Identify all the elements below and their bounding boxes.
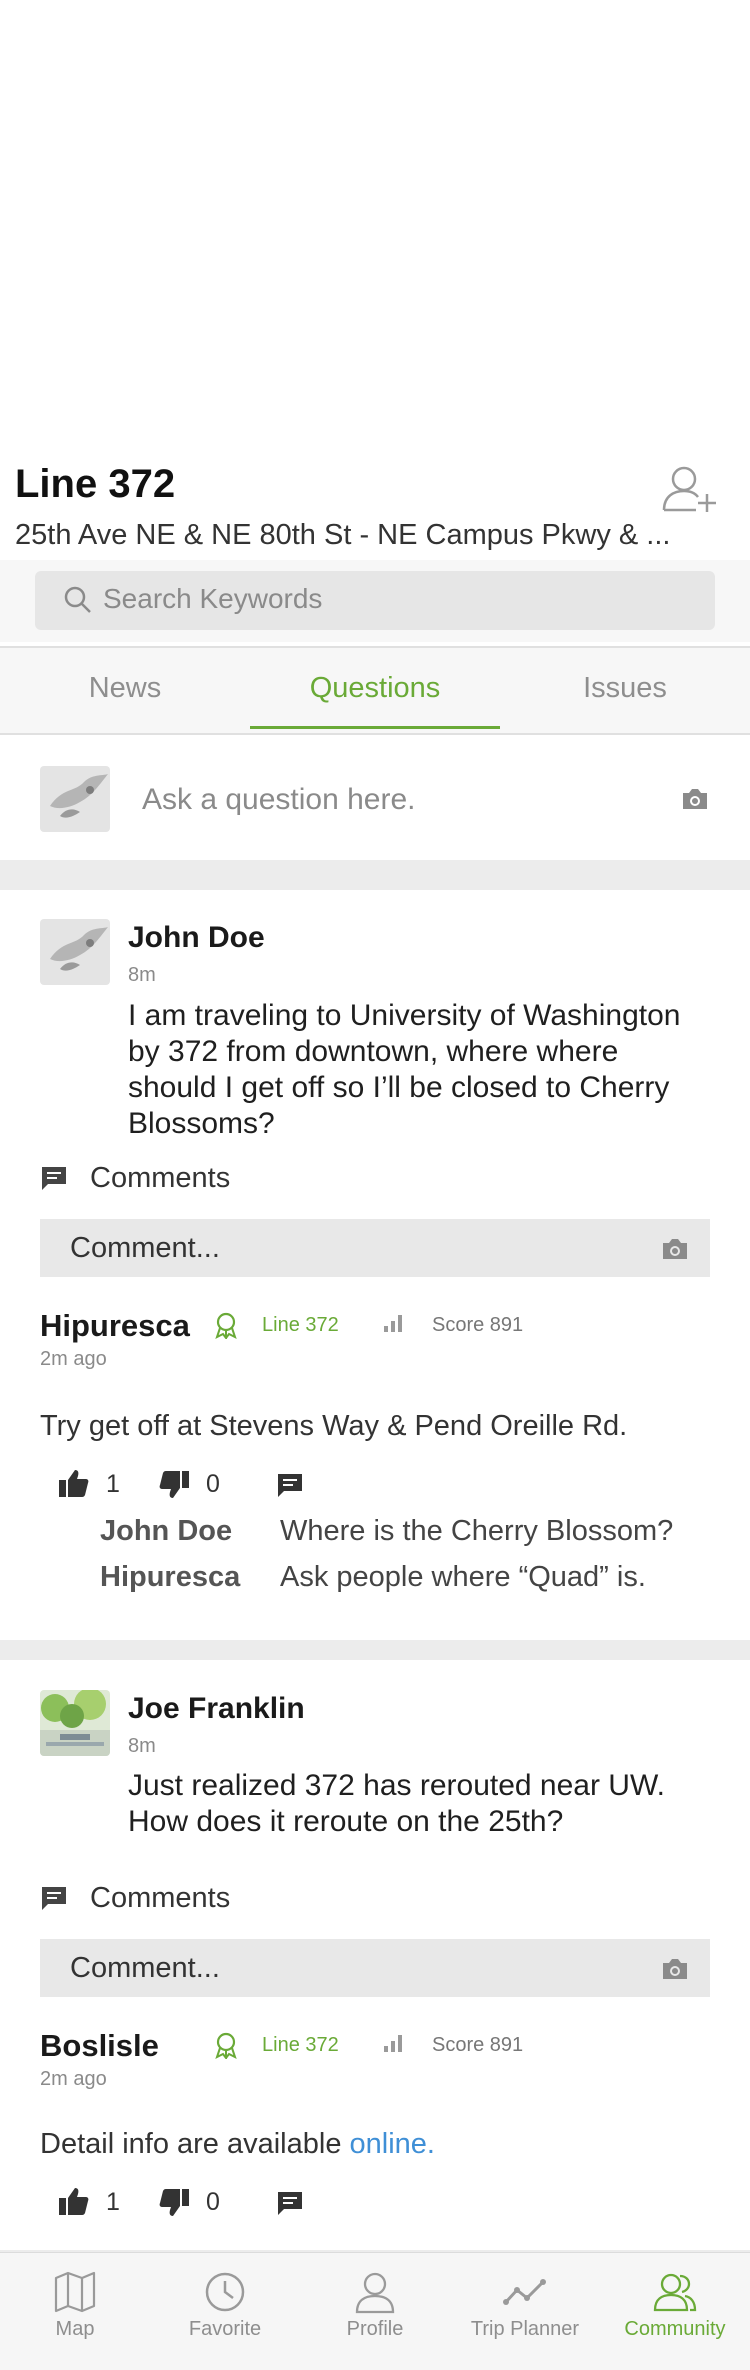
tab-questions[interactable]: Questions — [250, 672, 500, 705]
community-icon — [653, 2270, 697, 2314]
reply-text: Detail info are available online. — [40, 2128, 435, 2161]
route-subtitle: 25th Ave NE & NE 80th St - NE Campus Pkw… — [15, 519, 671, 551]
post-author[interactable]: John Doe — [128, 921, 265, 955]
signal-bars-icon — [383, 1313, 405, 1333]
reply-author[interactable]: Boslisle — [40, 2028, 159, 2064]
thread-commenter[interactable]: John Doe — [100, 1515, 232, 1548]
reply-time: 2m ago — [40, 2068, 107, 2090]
award-icon — [212, 2031, 240, 2059]
reply-time: 2m ago — [40, 1348, 107, 1370]
reply-comment-icon[interactable] — [276, 2190, 304, 2216]
nav-profile[interactable]: Profile — [300, 2258, 450, 2341]
thumbs-up-icon[interactable] — [58, 2186, 90, 2216]
camera-icon[interactable] — [660, 1237, 690, 1261]
clock-icon — [203, 2270, 247, 2314]
avatar — [40, 1690, 110, 1756]
camera-icon[interactable] — [680, 787, 710, 811]
post-author[interactable]: Joe Franklin — [128, 1692, 305, 1726]
nav-map[interactable]: Map — [0, 2258, 150, 2341]
like-count: 1 — [106, 2188, 120, 2216]
post-text: Just realized 372 has rerouted near UW. … — [128, 1769, 665, 1838]
tab-issues[interactable]: Issues — [500, 672, 750, 705]
comment-placeholder: Comment... — [70, 1952, 220, 1984]
line-title: Line 372 — [15, 462, 176, 506]
dislike-count: 0 — [206, 2188, 220, 2216]
post-time: 8m — [128, 1735, 156, 1757]
dislike-count: 0 — [206, 1470, 220, 1498]
search-icon — [63, 585, 93, 615]
thread-commenter[interactable]: Hipuresca — [100, 1561, 240, 1594]
comments-toggle[interactable]: Comments — [90, 1882, 230, 1915]
comment-placeholder: Comment... — [70, 1232, 220, 1264]
avatar — [40, 766, 110, 832]
line-badge: Line 372 — [262, 2034, 339, 2056]
like-count: 1 — [106, 1470, 120, 1498]
nav-label: Trip Planner — [470, 2318, 580, 2340]
section-divider — [0, 860, 750, 890]
comment-icon — [40, 1165, 68, 1191]
thumbs-down-icon[interactable] — [158, 2188, 190, 2218]
comment-icon — [40, 1885, 68, 1911]
thumbs-up-icon[interactable] — [58, 1468, 90, 1498]
thumbs-down-icon[interactable] — [158, 1470, 190, 1500]
nav-trip-planner[interactable]: Trip Planner — [450, 2258, 600, 2341]
online-link[interactable]: online. — [350, 2128, 435, 2160]
person-icon — [353, 2270, 397, 2314]
reply-score: Score 891 — [432, 2034, 524, 2056]
award-icon — [212, 1311, 240, 1339]
map-icon — [53, 2270, 97, 2314]
reply-author[interactable]: Hipuresca — [40, 1308, 190, 1344]
map-area[interactable] — [0, 0, 750, 455]
thread-comment: Ask people where “Quad” is. — [280, 1561, 646, 1593]
avatar — [40, 919, 110, 985]
add-follow-icon[interactable] — [660, 464, 720, 514]
post-time: 8m — [128, 964, 156, 986]
reply-comment-icon[interactable] — [276, 1472, 304, 1498]
search-placeholder: Search Keywords — [103, 583, 323, 614]
ask-question-input[interactable]: Ask a question here. — [142, 783, 416, 817]
nav-favorite[interactable]: Favorite — [150, 2258, 300, 2341]
post-text: I am traveling to University of Washingt… — [128, 999, 681, 1140]
signal-bars-icon — [383, 2033, 405, 2053]
nav-community[interactable]: Community — [600, 2258, 750, 2341]
nav-label: Map — [55, 2318, 95, 2340]
trip-line-icon — [503, 2270, 547, 2314]
camera-icon[interactable] — [660, 1957, 690, 1981]
nav-label: Profile — [346, 2318, 404, 2340]
reply-score: Score 891 — [432, 1314, 524, 1336]
reply-text: Try get off at Stevens Way & Pend Oreill… — [40, 1410, 628, 1442]
reply-text-body: Detail info are available — [40, 2128, 350, 2160]
tab-news[interactable]: News — [0, 672, 250, 705]
thread-comment: Where is the Cherry Blossom? — [280, 1515, 674, 1547]
comments-toggle[interactable]: Comments — [90, 1162, 230, 1195]
section-divider — [0, 1640, 750, 1660]
line-badge: Line 372 — [262, 1314, 339, 1336]
nav-label: Favorite — [188, 2318, 262, 2340]
nav-label: Community — [624, 2318, 726, 2340]
active-tab-indicator — [250, 726, 500, 729]
